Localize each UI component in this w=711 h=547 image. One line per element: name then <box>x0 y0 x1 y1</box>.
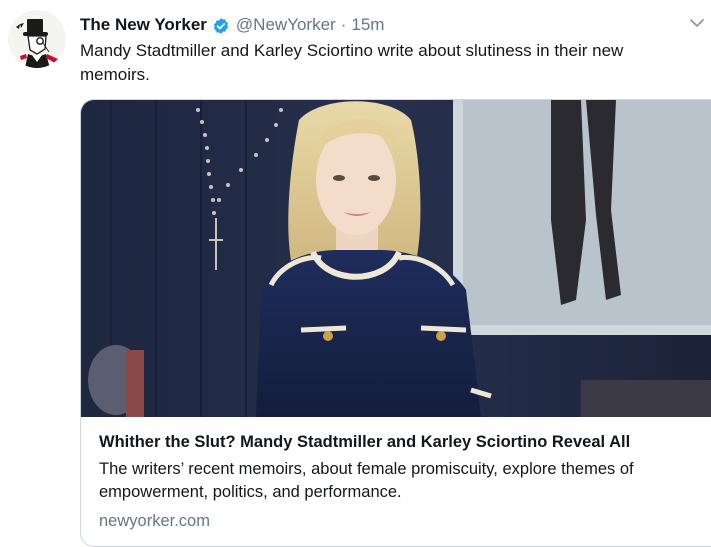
card-body: Whither the Slut? Mandy Stadtmiller and … <box>99 431 699 532</box>
chevron-down-icon[interactable] <box>689 16 705 34</box>
link-card[interactable]: Whither the Slut? Mandy Stadtmiller and … <box>80 99 711 547</box>
card-image <box>81 100 711 417</box>
tweet-header: The New Yorker @NewYorker · 15m <box>80 13 711 37</box>
verified-badge-icon <box>212 17 230 35</box>
author-name[interactable]: The New Yorker <box>80 15 207 35</box>
tweet-text: Mandy Stadtmiller and Karley Sciortino w… <box>80 41 624 84</box>
card-domain: newyorker.com <box>99 512 210 530</box>
card-description: The writers’ recent memoirs, about femal… <box>99 460 634 501</box>
author-handle[interactable]: @NewYorker <box>236 15 336 35</box>
separator-dot: · <box>340 15 347 34</box>
tweet-timestamp[interactable]: 15m <box>351 15 384 35</box>
eustace-tilley-avatar-icon <box>8 10 66 68</box>
author-avatar[interactable] <box>8 10 66 68</box>
card-title[interactable]: Whither the Slut? Mandy Stadtmiller and … <box>99 431 699 453</box>
